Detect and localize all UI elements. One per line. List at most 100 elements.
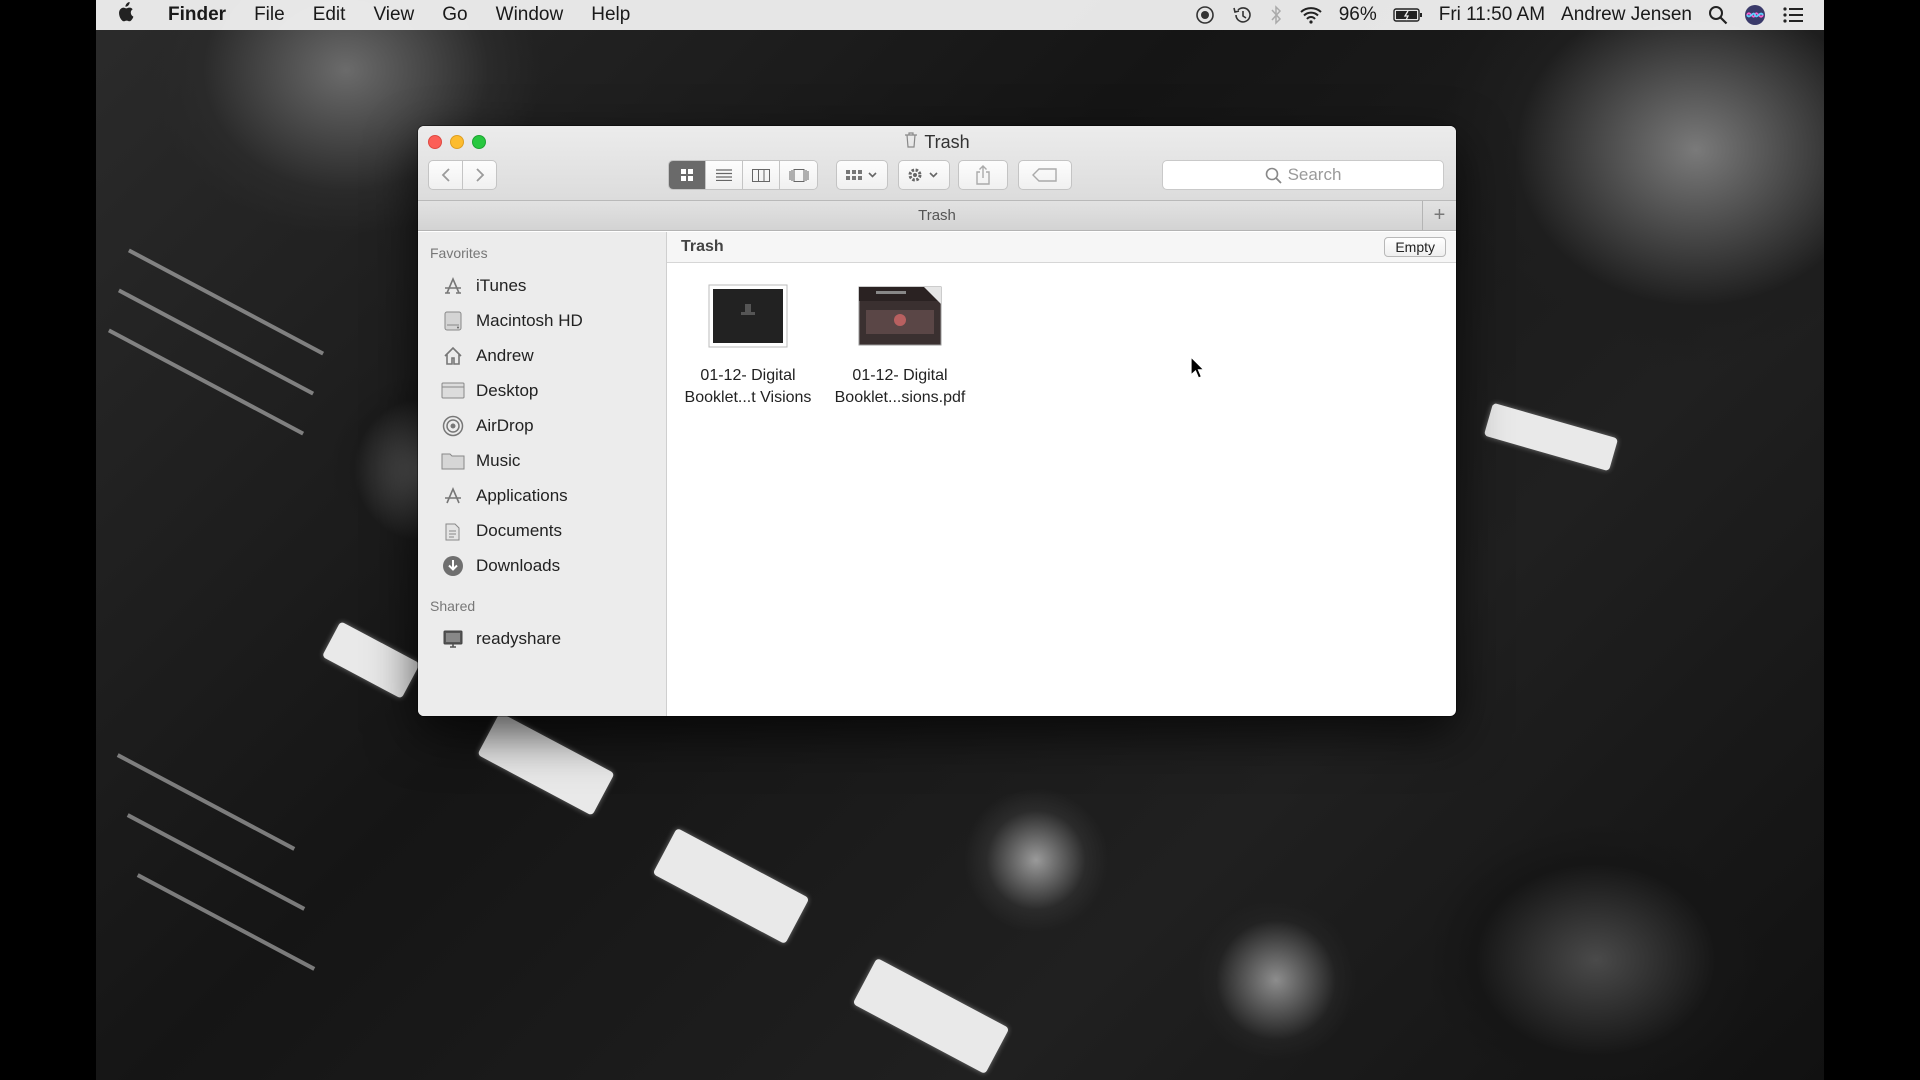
sidebar-item-macintosh-hd[interactable]: Macintosh HD xyxy=(418,303,666,338)
sidebar-item-music[interactable]: Music xyxy=(418,443,666,478)
menu-window[interactable]: Window xyxy=(482,4,578,26)
trash-icon xyxy=(904,132,918,153)
bluetooth-icon[interactable] xyxy=(1261,5,1291,25)
file-thumbnail xyxy=(678,284,818,353)
list-view-button[interactable] xyxy=(706,161,743,189)
sidebar-item-andrew[interactable]: Andrew xyxy=(418,338,666,373)
downloads-icon xyxy=(440,554,466,578)
sidebar-item-label: Documents xyxy=(476,520,562,540)
file-name-line: 01-12- Digital xyxy=(852,367,948,384)
file-name-line: Booklet...t Visions xyxy=(684,389,812,406)
notification-center-icon[interactable] xyxy=(1774,6,1812,24)
menu-help[interactable]: Help xyxy=(577,4,644,26)
folder-icon xyxy=(440,449,466,473)
search-icon xyxy=(1265,167,1282,184)
spotlight-search-icon[interactable] xyxy=(1700,5,1736,25)
desktop: Finder File Edit View Go Window Help 96%… xyxy=(96,0,1824,1080)
sidebar-item-applications[interactable]: Applications xyxy=(418,478,666,513)
monitor-icon xyxy=(440,627,466,651)
file-browser: Trash Empty 01-12- Digital Booklet...t V… xyxy=(667,232,1456,716)
battery-icon[interactable] xyxy=(1385,7,1431,23)
sidebar-item-documents[interactable]: Documents xyxy=(418,513,666,548)
wallpaper-fader xyxy=(107,328,305,436)
tags-button[interactable] xyxy=(1018,160,1072,190)
apple-menu-icon[interactable] xyxy=(96,2,154,28)
menu-extras: 96% Fri 11:50 AM Andrew Jensen xyxy=(1187,4,1824,26)
action-button[interactable] xyxy=(898,160,950,190)
share-icon xyxy=(976,165,990,185)
wallpaper-fader xyxy=(117,288,315,396)
sidebar-item-label: iTunes xyxy=(476,275,527,295)
share-button[interactable] xyxy=(958,160,1008,190)
sidebar-header-shared: Shared xyxy=(430,598,476,614)
hard-drive-icon xyxy=(440,309,466,333)
menu-edit[interactable]: Edit xyxy=(299,4,360,26)
sidebar-item-label: Desktop xyxy=(476,380,539,400)
sidebar-item-label: AirDrop xyxy=(476,415,534,435)
column-view-button[interactable] xyxy=(743,161,780,189)
arrange-button[interactable] xyxy=(836,160,888,190)
file-item[interactable]: 01-12- Digital Booklet...t Visions xyxy=(678,284,818,409)
content-header: Trash Empty xyxy=(667,232,1456,263)
desktop-icon xyxy=(440,379,466,403)
window-title-text: Trash xyxy=(924,132,970,152)
list-icon xyxy=(716,169,732,181)
clock[interactable]: Fri 11:50 AM xyxy=(1431,4,1553,26)
finder-window: Trash Search Trash + Favorites iTunes Ma… xyxy=(418,126,1456,716)
applications-icon xyxy=(440,484,466,508)
sidebar-item-downloads[interactable]: Downloads xyxy=(418,548,666,583)
menu-view[interactable]: View xyxy=(359,4,428,26)
file-name: 01-12- Digital Booklet...sions.pdf xyxy=(830,365,970,409)
mouse-pointer-icon xyxy=(1190,355,1206,385)
empty-trash-button[interactable]: Empty xyxy=(1384,237,1446,257)
sidebar: Favorites iTunes Macintosh HD Andrew Des… xyxy=(418,232,667,716)
back-button[interactable] xyxy=(428,160,463,190)
sidebar-item-label: Downloads xyxy=(476,555,561,575)
wallpaper-fader xyxy=(116,753,296,851)
sidebar-item-label: Music xyxy=(476,450,521,470)
sidebar-item-desktop[interactable]: Desktop xyxy=(418,373,666,408)
file-name-line: Booklet...sions.pdf xyxy=(834,389,966,406)
file-name: 01-12- Digital Booklet...t Visions xyxy=(678,365,818,409)
view-mode-selector xyxy=(668,160,818,190)
wifi-icon[interactable] xyxy=(1291,6,1331,24)
menu-go[interactable]: Go xyxy=(428,4,481,26)
sidebar-item-readyshare[interactable]: readyshare xyxy=(418,621,666,656)
siri-icon[interactable] xyxy=(1736,4,1774,26)
cover-flow-icon xyxy=(789,168,808,182)
sidebar-header-favorites: Favorites xyxy=(430,245,488,261)
tag-icon xyxy=(1032,168,1057,182)
wallpaper-pad xyxy=(1483,402,1619,472)
screen-record-icon[interactable] xyxy=(1187,5,1223,25)
sidebar-item-airdrop[interactable]: AirDrop xyxy=(418,408,666,443)
file-name-line: 01-12- Digital xyxy=(700,367,796,384)
app-store-icon xyxy=(440,274,466,298)
wallpaper-pad xyxy=(852,957,1010,1075)
sidebar-item-label: readyshare xyxy=(476,628,562,648)
columns-icon xyxy=(752,168,770,182)
arrange-grid-icon xyxy=(846,170,877,180)
search-field[interactable]: Search xyxy=(1162,160,1444,190)
window-toolbar: Trash Search xyxy=(418,126,1456,201)
wallpaper-fader xyxy=(126,813,306,911)
icon-view-button[interactable] xyxy=(669,161,706,189)
cover-flow-button[interactable] xyxy=(780,161,817,189)
airdrop-icon xyxy=(440,414,466,438)
sidebar-item-label: Macintosh HD xyxy=(476,310,583,330)
forward-button[interactable] xyxy=(462,160,497,190)
wallpaper-pad xyxy=(477,712,615,816)
chevron-right-icon xyxy=(475,168,484,182)
menu-file[interactable]: File xyxy=(240,4,299,26)
pdf-thumbnail xyxy=(830,284,970,353)
tab-trash[interactable]: Trash xyxy=(918,207,956,224)
new-tab-button[interactable]: + xyxy=(1422,201,1456,230)
menu-app-finder[interactable]: Finder xyxy=(154,4,240,26)
sidebar-item-itunes[interactable]: iTunes xyxy=(418,268,666,303)
chevron-left-icon xyxy=(441,168,450,182)
user-name[interactable]: Andrew Jensen xyxy=(1553,4,1700,26)
wallpaper-pad xyxy=(321,621,421,699)
grid-icon xyxy=(681,169,693,181)
home-icon xyxy=(440,344,466,368)
time-machine-icon[interactable] xyxy=(1223,5,1261,25)
file-item[interactable]: 01-12- Digital Booklet...sions.pdf xyxy=(830,284,970,409)
